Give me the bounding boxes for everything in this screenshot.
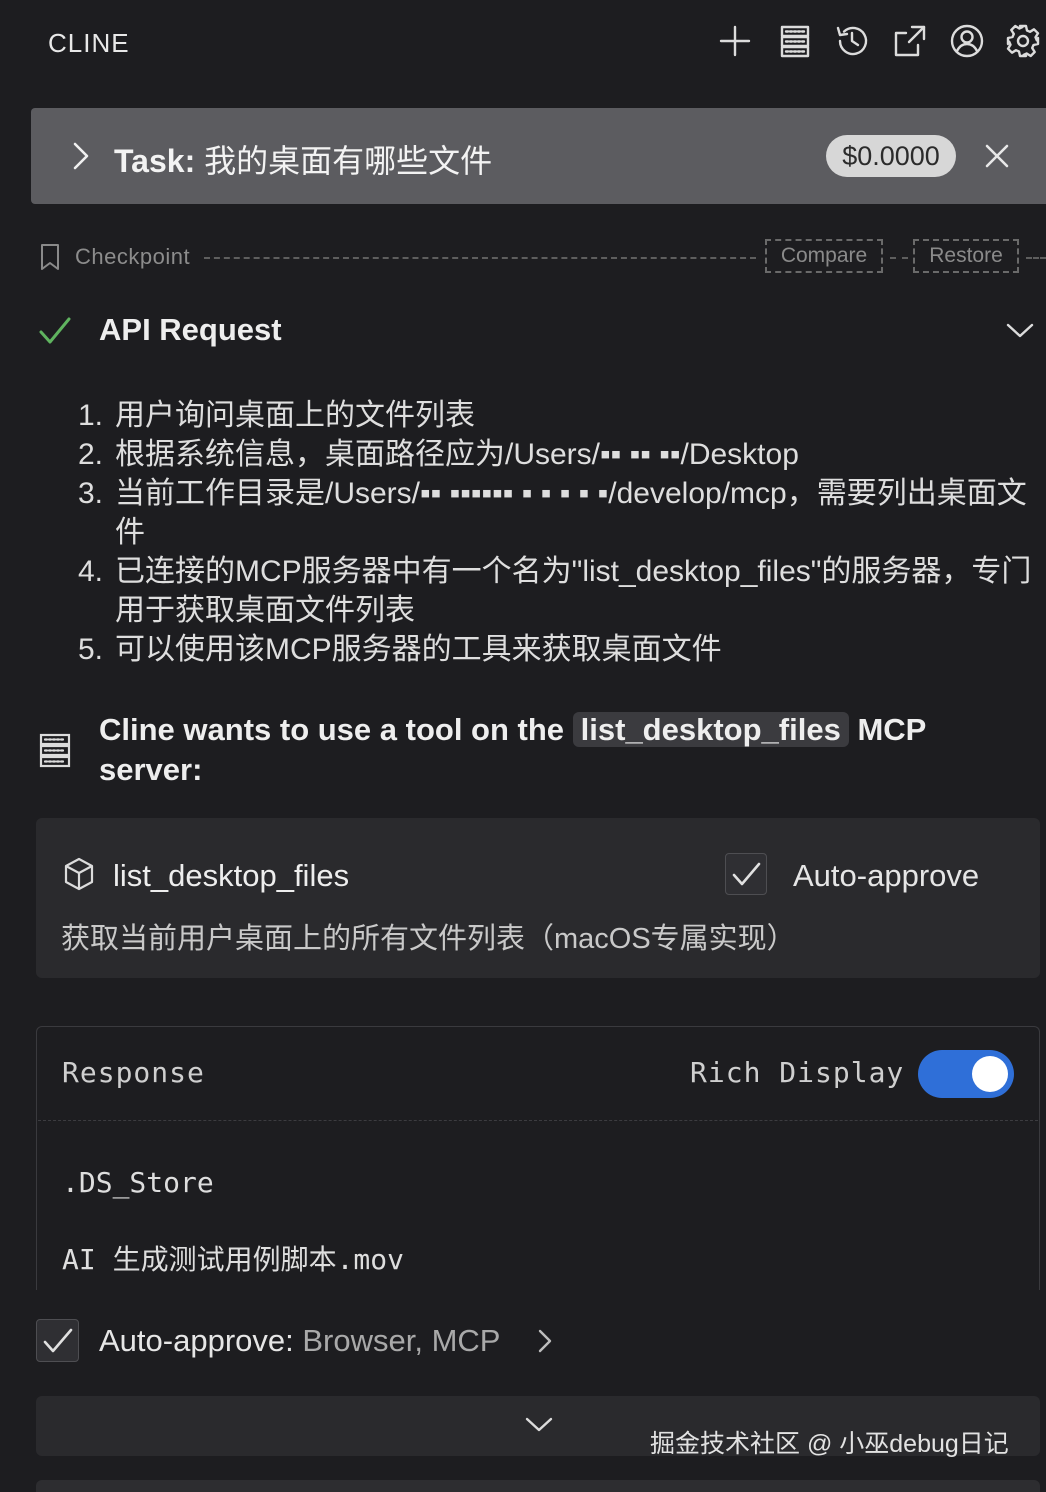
gear-icon[interactable] (1002, 20, 1044, 62)
cost-badge: $0.0000 (826, 135, 956, 177)
api-request-title[interactable]: API Request (99, 312, 282, 348)
app-title: CLINE (48, 28, 130, 58)
response-label: Response (62, 1056, 205, 1089)
checkpoint-divider (204, 257, 756, 259)
rich-display-toggle[interactable] (918, 1050, 1014, 1098)
plus-icon[interactable] (714, 20, 756, 62)
checkpoint-divider (1026, 257, 1046, 259)
history-icon[interactable] (831, 20, 873, 62)
checkpoint-label: Checkpoint (75, 244, 191, 269)
auto-approve-checkbox[interactable] (725, 853, 767, 895)
task-title: Task: 我的桌面有哪些文件 (114, 136, 492, 182)
list-item: 2. 根据系统信息，桌面路径应为/Users/▪▪ ▪▪ ▪▪/Desktop (78, 438, 799, 471)
rich-display-label: Rich Display (690, 1056, 905, 1089)
chat-input[interactable] (36, 1480, 1040, 1492)
auto-approve-bar-checkbox[interactable] (36, 1319, 79, 1362)
response-divider (38, 1120, 1038, 1121)
check-icon (38, 314, 72, 353)
list-item: 1. 用户询问桌面上的文件列表 (78, 399, 475, 432)
tool-description: 获取当前用户桌面上的所有文件列表（macOS专属实现） (61, 923, 796, 955)
auto-approve-bar-label[interactable]: Auto-approve: Browser, MCP (99, 1323, 500, 1359)
reasoning-list: 1. 用户询问桌面上的文件列表 2. 根据系统信息，桌面路径应为/Users/▪▪ … (78, 396, 1038, 669)
account-icon[interactable] (946, 20, 988, 62)
compare-button[interactable]: Compare (765, 239, 883, 273)
checkpoint-divider (890, 257, 908, 259)
server-icon[interactable] (774, 20, 816, 62)
close-icon[interactable] (980, 138, 1014, 174)
chevron-right-icon[interactable] (70, 138, 92, 174)
cube-icon (62, 856, 96, 897)
server-icon (38, 732, 72, 775)
response-line: .DS_Store (62, 1166, 214, 1199)
tool-request-heading: Cline wants to use a tool on the list_de… (99, 712, 926, 787)
chevron-right-icon[interactable] (535, 1326, 555, 1361)
toggle-knob (972, 1056, 1008, 1092)
list-item: 5. 可以使用该MCP服务器的工具来获取桌面文件 (78, 633, 722, 666)
watermark: 掘金技术社区 @ 小巫debug日记 (650, 1430, 1009, 1458)
restore-button[interactable]: Restore (913, 239, 1019, 273)
chevron-down-icon[interactable] (523, 1414, 555, 1441)
task-prefix: Task: (114, 143, 196, 179)
response-line: AI 生成测试用例脚本.mov (62, 1243, 405, 1276)
server-name: list_desktop_files (572, 712, 849, 747)
auto-approve-label[interactable]: Auto-approve (793, 858, 979, 894)
bookmark-icon (38, 242, 62, 272)
auto-approve-bar-value: Browser, MCP (302, 1323, 501, 1358)
list-item: 3. 当前工作目录是/Users/▪▪ ▪▪▪▪▪▪ ▪ ▪ ▪ ▪ ▪/deve… (78, 477, 1027, 549)
popout-icon[interactable] (889, 20, 931, 62)
tool-name: list_desktop_files (113, 858, 350, 893)
task-text: 我的桌面有哪些文件 (204, 143, 493, 179)
list-item: 4. 已连接的MCP服务器中有一个名为"list_desktop_files"的服… (78, 555, 1032, 627)
chevron-down-icon[interactable] (1004, 318, 1036, 347)
